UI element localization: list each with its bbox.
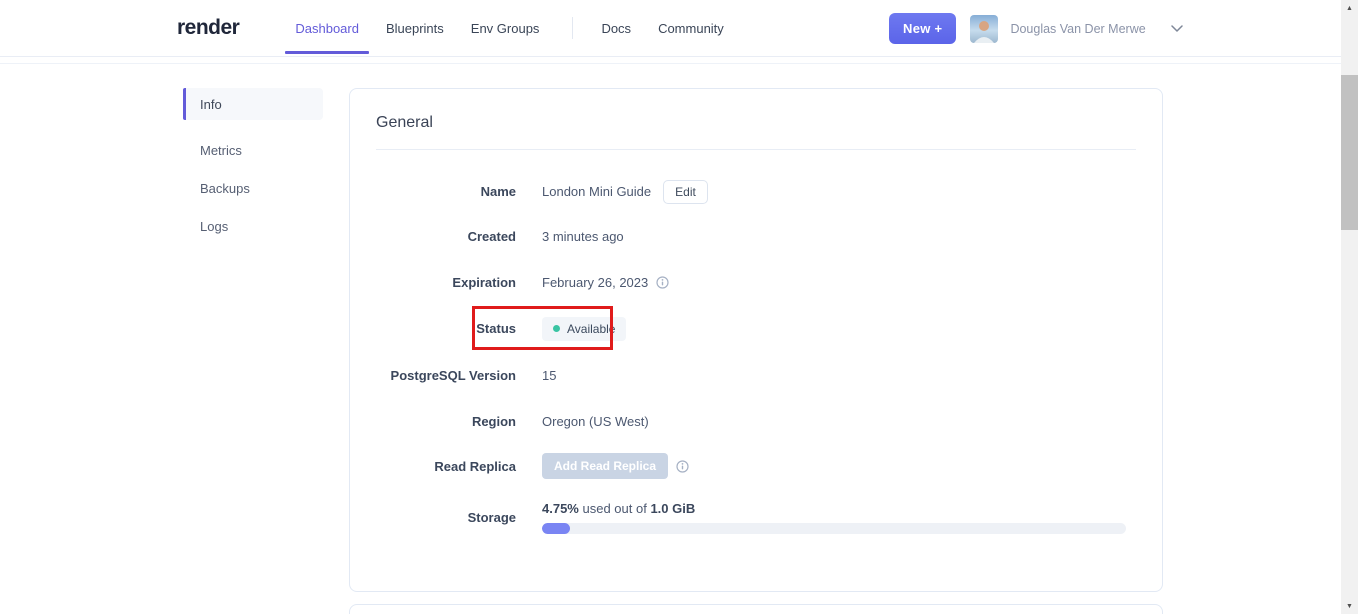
vertical-scrollbar[interactable]: ▲ ▼ [1341,0,1358,614]
field-row-postgresql-version: PostgreSQL Version 15 [376,352,1136,399]
sidebar-item-logs[interactable]: Logs [183,215,323,237]
read-replica-info-icon[interactable] [676,459,689,473]
next-card-top-edge [349,604,1163,614]
expiration-label: Expiration [452,274,516,290]
sidebar-item-info[interactable]: Info [183,88,323,120]
region-label: Region [471,413,516,429]
expiration-info-icon[interactable] [656,275,669,289]
name-label: Name [480,184,516,199]
created-label: Created [467,229,516,244]
region-value: Oregon (US West) [542,413,649,429]
new-button[interactable]: New + [889,13,957,44]
card-title-divider [376,149,1136,150]
nav-tab-blueprints[interactable]: Blueprints [380,0,450,56]
user-name: Douglas Van Der Merwe [1010,21,1146,36]
top-nav-bar: render Dashboard Blueprints Env Groups D… [0,0,1341,57]
field-row-created: Created 3 minutes ago [376,214,1136,259]
status-dot-icon [553,325,560,332]
expiration-value: February 26, 2023 [542,274,649,290]
read-replica-label: Read Replica [434,458,516,474]
field-row-region: Region Oregon (US West) [376,399,1136,443]
postgresql-version-label: PostgreSQL Version [390,368,516,383]
sidebar-item-backups[interactable]: Backups [183,177,323,199]
created-value: 3 minutes ago [542,229,624,244]
status-badge: Available [542,316,627,341]
general-card: General Name London Mini Guide Edit Crea… [349,88,1163,592]
field-row-expiration: Expiration February 26, 2023 [376,259,1136,305]
storage-progress-fill [542,522,570,534]
user-avatar[interactable] [970,14,999,43]
status-label: Status [476,321,516,336]
storage-value-group: 4.75% used out of 1.0 GiB [542,501,1126,534]
postgresql-version-value: 15 [542,368,557,383]
storage-total: 1.0 GiB [650,500,696,516]
nav-link-community[interactable]: Community [652,0,730,56]
service-sidebar: Info Metrics Backups Logs [183,88,323,253]
nav-tab-env-groups[interactable]: Env Groups [465,0,546,56]
field-row-read-replica: Read Replica Add Read Replica [376,443,1136,489]
chevron-down-icon[interactable] [1170,25,1183,32]
field-row-name: Name London Mini Guide Edit [376,169,1136,214]
scrollbar-thumb[interactable] [1341,75,1358,230]
nav-link-docs[interactable]: Docs [595,0,637,56]
card-title: General [376,114,433,131]
scroll-down-arrow-icon[interactable]: ▼ [1341,598,1358,614]
nav-divider [572,17,574,39]
storage-used-percent: 4.75% [542,500,579,516]
storage-progress-bar [542,522,1126,534]
scroll-up-arrow-icon[interactable]: ▲ [1341,0,1358,16]
sub-header-divider [0,63,1341,64]
field-row-storage: Storage 4.75% used out of 1.0 GiB [376,489,1136,545]
sidebar-item-metrics[interactable]: Metrics [183,139,323,161]
name-value-group: London Mini Guide Edit [542,179,708,204]
primary-nav: Dashboard Blueprints Env Groups Docs Com… [285,0,744,56]
header-right-group: New + Douglas Van Der Merwe [889,0,1183,57]
general-fields: Name London Mini Guide Edit Created 3 mi… [376,169,1136,545]
add-read-replica-button[interactable]: Add Read Replica [542,453,669,479]
nav-tab-dashboard[interactable]: Dashboard [285,0,369,56]
storage-usage-text: 4.75% used out of 1.0 GiB [542,500,696,516]
render-dashboard-screen: render Dashboard Blueprints Env Groups D… [0,0,1358,614]
status-badge-text: Available [567,321,616,336]
edit-name-button[interactable]: Edit [663,179,708,204]
render-logo[interactable]: render [177,16,240,40]
field-row-status: Status Available [376,305,1136,352]
name-value: London Mini Guide [542,184,652,199]
avatar-photo [970,14,999,43]
storage-label: Storage [467,509,516,525]
